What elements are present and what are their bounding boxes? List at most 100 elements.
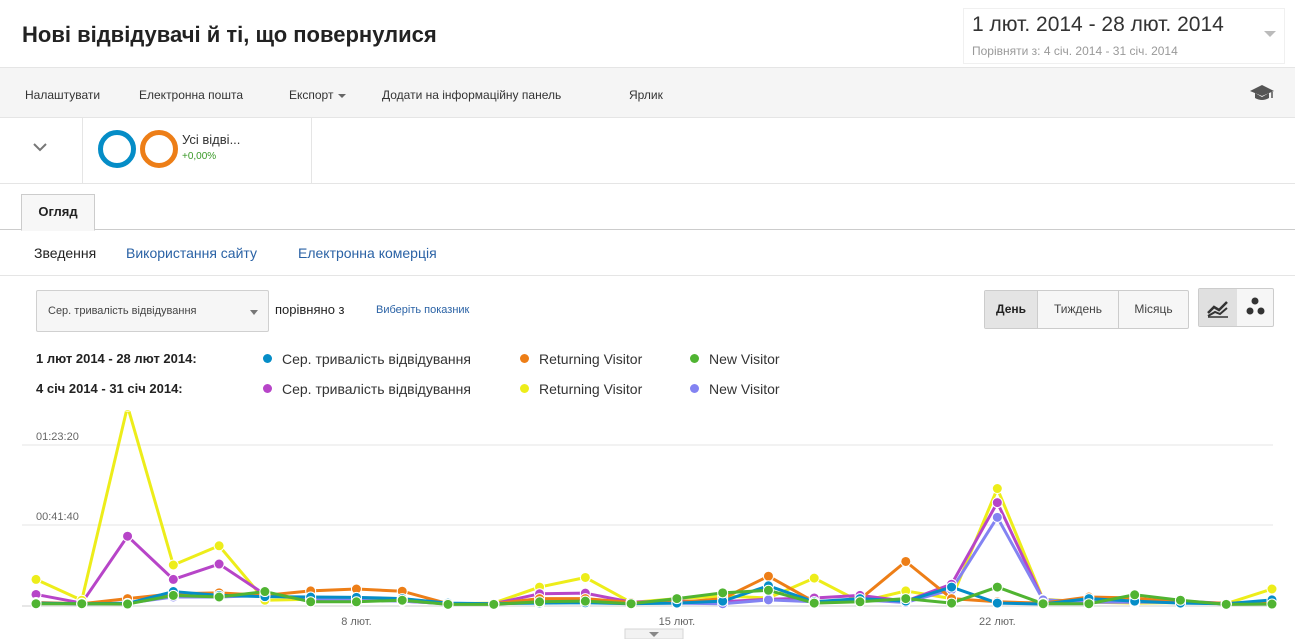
data-point[interactable] xyxy=(122,530,134,542)
data-point[interactable] xyxy=(350,596,362,608)
data-point[interactable] xyxy=(488,598,500,610)
data-point[interactable] xyxy=(808,597,820,609)
page-title: Нові відвідувачі й ті, що повернулися xyxy=(22,22,437,47)
data-point[interactable] xyxy=(762,594,774,606)
data-point[interactable] xyxy=(122,598,134,610)
data-point[interactable] xyxy=(123,410,133,412)
x-tick-label: 8 лют. xyxy=(341,616,371,628)
data-point[interactable] xyxy=(946,597,958,609)
legend-label: New Visitor xyxy=(709,351,780,367)
data-point[interactable] xyxy=(625,598,637,610)
period-day-button[interactable]: День xyxy=(985,291,1038,328)
data-point[interactable] xyxy=(1266,598,1278,610)
data-point[interactable] xyxy=(579,595,591,607)
data-point[interactable] xyxy=(305,596,317,608)
data-point[interactable] xyxy=(213,558,225,570)
subtab-summary[interactable]: Зведення xyxy=(34,245,96,261)
data-point[interactable] xyxy=(900,593,912,605)
shortcut-button[interactable]: Ярлик xyxy=(629,88,663,102)
legend-item[interactable]: Returning Visitor xyxy=(520,381,642,397)
line-chart-icon xyxy=(1207,301,1228,318)
metric-select-value: Сер. тривалість відвідування xyxy=(48,305,197,317)
data-point[interactable] xyxy=(167,573,179,585)
data-point[interactable] xyxy=(671,593,683,605)
tab-overview[interactable]: Огляд xyxy=(21,194,95,231)
data-point[interactable] xyxy=(213,540,225,552)
data-point[interactable] xyxy=(900,555,912,567)
legend-label: Сер. тривалість відвідування xyxy=(282,351,471,367)
data-point[interactable] xyxy=(1220,598,1232,610)
legend-dot-icon xyxy=(690,354,699,363)
data-point[interactable] xyxy=(717,587,729,599)
data-point[interactable] xyxy=(946,581,958,593)
data-point[interactable] xyxy=(991,483,1003,495)
series-line xyxy=(35,410,1273,606)
data-point[interactable] xyxy=(579,571,591,583)
data-point[interactable] xyxy=(1083,598,1095,610)
data-point[interactable] xyxy=(991,511,1003,523)
data-point[interactable] xyxy=(167,559,179,571)
legend-label: Сер. тривалість відвідування xyxy=(282,381,471,397)
data-point[interactable] xyxy=(30,573,42,585)
legend-dot-icon xyxy=(263,354,272,363)
motion-chart-view-button[interactable] xyxy=(1237,289,1275,326)
graduation-cap-icon[interactable] xyxy=(1249,83,1275,103)
customize-button[interactable]: Налаштувати xyxy=(25,88,100,102)
legend-item[interactable]: Сер. тривалість відвідування xyxy=(263,351,471,367)
data-point[interactable] xyxy=(442,598,454,610)
subtab-ecommerce[interactable]: Електронна комерція xyxy=(298,245,437,261)
legend-label: Returning Visitor xyxy=(539,351,643,367)
data-point[interactable] xyxy=(991,581,1003,593)
metric-select[interactable]: Сер. тривалість відвідування xyxy=(36,290,269,332)
subtab-site-usage[interactable]: Використання сайту xyxy=(126,245,257,261)
report-tabs: Огляд xyxy=(0,184,1295,231)
data-point[interactable] xyxy=(76,598,88,610)
data-point[interactable] xyxy=(534,596,546,608)
data-point[interactable] xyxy=(854,596,866,608)
date-range-label: 1 лют. 2014 - 28 лют. 2014 xyxy=(972,13,1224,36)
data-point[interactable] xyxy=(259,586,271,598)
legend-item[interactable]: Сер. тривалість відвідування xyxy=(263,381,471,397)
legend-current-date: 1 лют 2014 - 28 лют 2014: xyxy=(36,351,197,366)
legend-dot-icon xyxy=(520,384,529,393)
legend-dot-icon xyxy=(263,384,272,393)
data-point[interactable] xyxy=(1174,594,1186,606)
legend-label: New Visitor xyxy=(709,381,780,397)
data-point[interactable] xyxy=(762,570,774,582)
report-subtabs: Зведення Використання сайту Електронна к… xyxy=(0,230,1295,276)
data-point[interactable] xyxy=(808,572,820,584)
y-tick-label: 00:41:40 xyxy=(36,511,79,523)
data-point[interactable] xyxy=(213,591,225,603)
chevron-down-icon xyxy=(33,143,47,152)
segment-expand-toggle[interactable] xyxy=(0,118,83,184)
chart-view-toggle xyxy=(1198,288,1274,327)
legend-item[interactable]: Returning Visitor xyxy=(520,351,642,367)
x-tick-label: 15 лют. xyxy=(659,616,696,628)
data-point[interactable] xyxy=(1129,589,1141,601)
legend-item[interactable]: New Visitor xyxy=(690,351,780,367)
data-point[interactable] xyxy=(991,497,1003,509)
date-range-picker[interactable]: 1 лют. 2014 - 28 лют. 2014 Порівняти з: … xyxy=(963,8,1285,64)
period-week-button[interactable]: Тиждень xyxy=(1038,291,1119,328)
data-point[interactable] xyxy=(1266,583,1278,595)
export-button[interactable]: Експорт xyxy=(289,88,347,102)
data-point[interactable] xyxy=(762,584,774,596)
line-chart[interactable]: 01:23:20 00:41:40 8 лют. 15 лют. 22 лют. xyxy=(0,410,1295,639)
chevron-down-icon xyxy=(1264,31,1276,37)
data-point[interactable] xyxy=(396,594,408,606)
email-button[interactable]: Електронна пошта xyxy=(139,88,243,102)
period-month-button[interactable]: Місяць xyxy=(1119,291,1188,328)
segment-delta: +0,00% xyxy=(182,151,217,162)
data-point[interactable] xyxy=(30,598,42,610)
add-to-dashboard-button[interactable]: Додати на інформаційну панель xyxy=(382,88,561,102)
line-chart-view-button[interactable] xyxy=(1199,289,1237,326)
data-point[interactable] xyxy=(1037,598,1049,610)
legend-item[interactable]: New Visitor xyxy=(690,381,780,397)
segment-bar: Усі відві... +0,00% xyxy=(0,118,1295,184)
data-point[interactable] xyxy=(167,589,179,601)
segment-all-visits[interactable]: Усі відві... +0,00% xyxy=(84,118,312,184)
report-toolbar: Налаштувати Електронна пошта Експорт Дод… xyxy=(0,67,1295,118)
period-toggle-group: День Тиждень Місяць xyxy=(984,290,1189,329)
choose-metric-link[interactable]: Виберіть показник xyxy=(376,304,469,316)
data-point[interactable] xyxy=(991,597,1003,609)
